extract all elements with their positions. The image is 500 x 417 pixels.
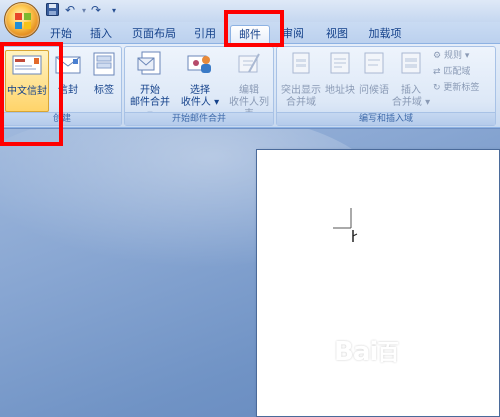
match-fields-icon: ⇄ — [433, 67, 441, 77]
address-block-line1: 地址块 — [325, 85, 355, 96]
group-start-mail-merge-label: 开始邮件合并 — [125, 112, 273, 125]
envelope-button[interactable]: 信封 — [51, 50, 85, 97]
select-recipients-button[interactable]: 选择 收件人 ▾ — [177, 50, 223, 109]
group-write-insert-fields: 突出显示 合并域 地址块 问候语 插入 合并域 ▾ ⚙ 规则 ▾ ⇄ 匹配域 ↻… — [276, 46, 496, 126]
office-logo-icon — [15, 13, 31, 29]
ribbon: 中文信封 信封 标签 创建 开始 邮件合并 ▾ — [0, 44, 500, 128]
watermark-brand: Bai百 — [334, 337, 399, 367]
highlight-merge-fields-icon — [279, 50, 323, 82]
greeting-line-icon — [357, 50, 391, 82]
envelope-icon — [51, 50, 85, 82]
chinese-envelope-button[interactable]: 中文信封 — [5, 50, 49, 112]
office-button[interactable] — [4, 2, 40, 38]
tab-review[interactable]: 审阅 — [278, 25, 308, 44]
greeting-line-button[interactable]: 问候语 — [357, 50, 391, 97]
watermark-url: jingyan.baidu.com — [354, 397, 438, 407]
update-labels-button[interactable]: ↻ 更新标签 — [433, 82, 479, 95]
rules-label: 规则 ▾ — [443, 51, 470, 61]
envelope-label: 信封 — [58, 85, 78, 96]
baidu-jingyan-watermark: Bai百 经验 jingyan.baidu.com — [322, 335, 492, 407]
update-labels-label: 更新标签 — [443, 83, 480, 93]
labels-label: 标签 — [94, 85, 114, 96]
insert-merge-field-line1: 插入 — [401, 85, 421, 96]
greeting-line-line1: 问候语 — [359, 85, 389, 96]
address-block-button[interactable]: 地址块 — [323, 50, 357, 97]
highlight-merge-fields-button[interactable]: 突出显示 合并域 — [279, 50, 323, 109]
group-create: 中文信封 信封 标签 创建 — [2, 46, 122, 126]
labels-button[interactable]: 标签 — [87, 50, 121, 97]
tab-view[interactable]: 视图 — [322, 25, 352, 44]
rules-button[interactable]: ⚙ 规则 ▾ — [433, 50, 469, 63]
save-icon[interactable] — [44, 3, 60, 18]
start-mail-merge-line1: 开始 — [140, 85, 160, 96]
edit-recipient-list-button[interactable]: 编辑 收件人列表 — [225, 50, 273, 121]
quick-access-toolbar: ↶ ▾ ↷ ▾ — [0, 0, 500, 22]
insert-merge-field-icon — [391, 50, 431, 82]
customize-qat-icon[interactable]: ▾ — [106, 3, 122, 18]
text-cursor-icon — [333, 208, 358, 242]
tab-mailings[interactable]: 邮件 — [230, 25, 270, 44]
select-recipients-line1: 选择 — [190, 85, 210, 96]
update-labels-icon: ↻ — [433, 83, 441, 93]
highlight-merge-fields-line2: 合并域 — [286, 97, 316, 108]
start-mail-merge-button[interactable]: 开始 邮件合并 ▾ — [127, 50, 173, 121]
start-mail-merge-icon — [127, 50, 173, 82]
group-create-label: 创建 — [3, 112, 121, 125]
match-fields-label: 匹配域 — [443, 67, 471, 77]
edit-recipient-list-line1: 编辑 — [239, 85, 259, 96]
labels-icon — [87, 50, 121, 82]
chinese-envelope-icon — [6, 51, 48, 83]
insert-merge-field-line2: 合并域 ▾ — [391, 97, 431, 108]
highlight-merge-fields-line1: 突出显示 — [281, 85, 321, 96]
address-block-icon — [323, 50, 357, 82]
tab-add-ins[interactable]: 加载项 — [364, 25, 406, 44]
edit-recipient-list-icon — [225, 50, 273, 82]
small-buttons-column: ⚙ 规则 ▾ ⇄ 匹配域 ↻ 更新标签 — [433, 50, 495, 100]
ribbon-tab-bar: 开始 插入 页面布局 引用 邮件 审阅 视图 加载项 — [0, 22, 500, 44]
select-recipients-line2: 收件人 ▾ — [180, 97, 220, 108]
group-start-mail-merge: 开始 邮件合并 ▾ 选择 收件人 ▾ 编辑 收件人列表 开始邮件合并 — [124, 46, 274, 126]
tab-home[interactable]: 开始 — [44, 25, 78, 44]
tab-page-layout[interactable]: 页面布局 — [128, 25, 180, 44]
group-write-insert-fields-label: 编写和插入域 — [277, 112, 495, 125]
redo-icon[interactable]: ↷ — [88, 3, 104, 18]
chinese-envelope-label: 中文信封 — [7, 86, 47, 97]
match-fields-button[interactable]: ⇄ 匹配域 — [433, 66, 470, 79]
watermark-subtitle: 经验 — [334, 375, 374, 399]
select-recipients-icon — [177, 50, 223, 82]
rules-icon: ⚙ — [433, 51, 442, 61]
tab-insert[interactable]: 插入 — [86, 25, 116, 44]
tab-references[interactable]: 引用 — [190, 25, 220, 44]
insert-merge-field-button[interactable]: 插入 合并域 ▾ — [391, 50, 431, 109]
